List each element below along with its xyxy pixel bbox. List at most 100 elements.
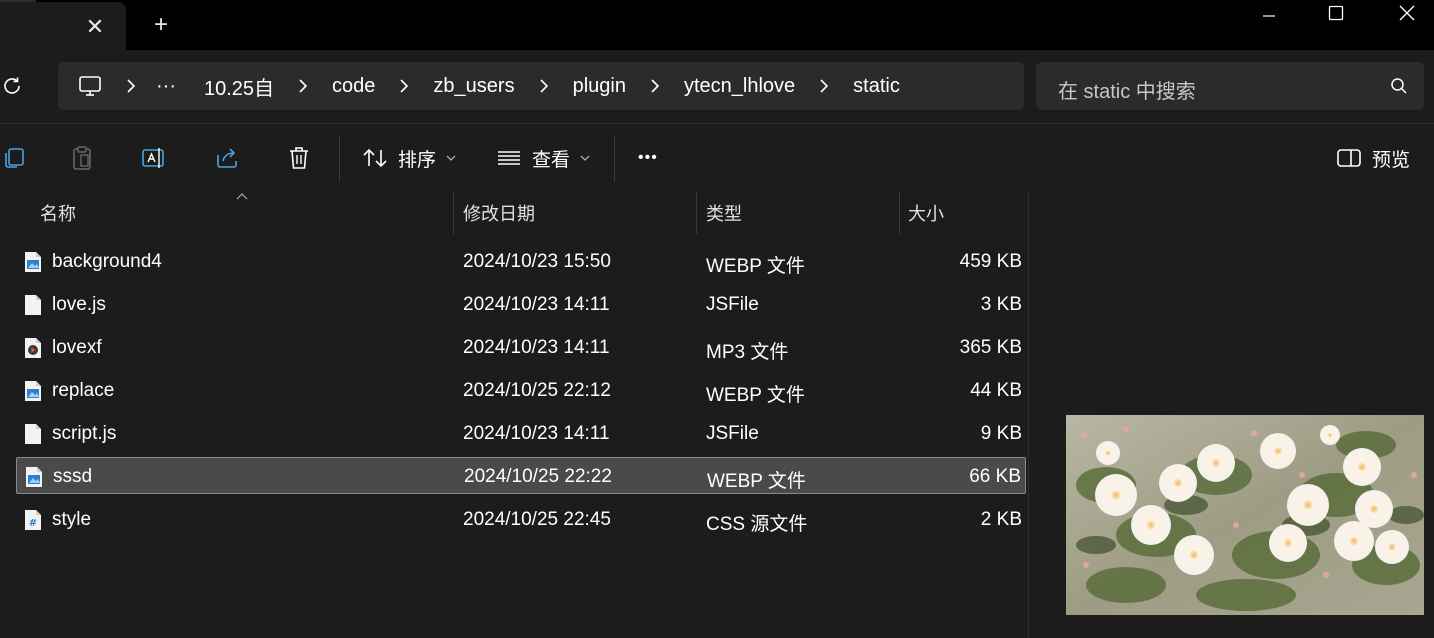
chevron-right-icon[interactable] — [650, 78, 660, 94]
view-button[interactable]: 查看 — [496, 144, 590, 172]
toolbar-divider — [339, 136, 340, 182]
file-row[interactable]: replace 2024/10/25 22:12 WEBP 文件 44 KB — [16, 372, 1026, 409]
search-icon[interactable] — [1390, 77, 1408, 95]
file-size: 459 KB — [959, 251, 1022, 272]
file-row[interactable]: background4 2024/10/23 15:50 WEBP 文件 459… — [16, 243, 1026, 280]
sort-label: 排序 — [398, 149, 437, 171]
search-input[interactable]: 在 static 中搜索 — [1036, 62, 1424, 110]
file-name: lovexf — [52, 337, 102, 358]
file-size: 3 KB — [980, 294, 1022, 315]
refresh-icon — [4, 77, 20, 94]
file-date: 2024/10/25 22:12 — [463, 380, 611, 401]
blank-file-icon — [25, 424, 41, 444]
sort-icon — [363, 148, 387, 168]
file-row[interactable]: script.js 2024/10/23 14:11 JSFile 9 KB — [16, 415, 1026, 452]
computer-icon[interactable] — [78, 75, 102, 97]
svg-text:#: # — [29, 518, 37, 529]
rename-icon[interactable] — [140, 144, 168, 172]
chevron-right-icon[interactable] — [819, 78, 829, 94]
command-bar: 排序 查看 ••• 预览 — [0, 123, 1434, 193]
copy-icon[interactable] — [0, 144, 28, 172]
file-type: WEBP 文件 — [706, 256, 805, 277]
preview-pane-icon — [1337, 149, 1361, 167]
column-divider[interactable] — [453, 192, 454, 234]
file-row[interactable]: lovexf 2024/10/23 14:11 MP3 文件 365 KB — [16, 329, 1026, 366]
file-type: JSFile — [706, 423, 759, 444]
audio-file-icon — [25, 338, 41, 358]
title-bar: ✕ + — [0, 0, 1434, 50]
delete-icon[interactable] — [285, 144, 313, 172]
paste-icon[interactable] — [68, 144, 96, 172]
chevron-down-icon — [446, 155, 456, 161]
search-placeholder: 在 static 中搜索 — [1058, 81, 1196, 103]
file-date: 2024/10/25 22:22 — [464, 466, 612, 487]
chevron-right-icon[interactable] — [399, 78, 409, 94]
chevron-down-icon — [580, 155, 590, 161]
file-row[interactable]: love.js 2024/10/23 14:11 JSFile 3 KB — [16, 286, 1026, 323]
file-size: 44 KB — [970, 380, 1022, 401]
file-size: 2 KB — [980, 509, 1022, 530]
preview-image — [1066, 415, 1424, 615]
file-name: background4 — [52, 251, 162, 272]
minimize-icon — [1263, 15, 1275, 17]
column-name-label: 名称 — [40, 204, 76, 224]
column-header-size[interactable]: 大小 — [908, 192, 1018, 234]
column-date-label: 修改日期 — [463, 204, 535, 224]
refresh-button[interactable] — [0, 74, 24, 98]
preview-label: 预览 — [1372, 149, 1411, 171]
file-date: 2024/10/23 14:11 — [463, 337, 610, 358]
preview-pane-button[interactable]: 预览 — [1336, 144, 1410, 172]
file-size: 365 KB — [959, 337, 1022, 358]
file-date: 2024/10/23 14:11 — [463, 294, 610, 315]
breadcrumb-item[interactable]: plugin — [573, 75, 626, 98]
file-type: MP3 文件 — [706, 342, 789, 363]
file-name: sssd — [53, 466, 93, 487]
breadcrumb-overflow[interactable]: ··· — [156, 75, 176, 98]
file-type: WEBP 文件 — [707, 471, 806, 492]
file-name: replace — [52, 380, 115, 401]
column-divider[interactable] — [696, 192, 697, 234]
file-row[interactable]: # style 2024/10/25 22:45 CSS 源文件 2 KB — [16, 501, 1026, 538]
column-header-type[interactable]: 类型 — [706, 192, 896, 234]
css-file-icon: # — [25, 510, 41, 530]
file-name: style — [52, 509, 92, 530]
breadcrumb-item[interactable]: 10.25自 — [204, 72, 274, 101]
file-type: JSFile — [706, 294, 759, 315]
file-list: 名称 修改日期 类型 大小 background4 2024/10/23 15:… — [0, 192, 1028, 638]
tab-close-icon[interactable]: ✕ — [82, 14, 108, 40]
breadcrumb-item[interactable]: code — [332, 75, 375, 98]
minimize-button[interactable] — [1246, 0, 1292, 26]
file-size: 9 KB — [980, 423, 1022, 444]
column-type-label: 类型 — [706, 204, 742, 224]
toolbar-divider — [614, 136, 615, 182]
close-icon — [1399, 5, 1415, 21]
image-file-icon — [26, 467, 42, 487]
breadcrumb[interactable]: ··· 10.25自 code zb_users plugin ytecn_lh… — [58, 62, 1024, 110]
image-file-icon — [25, 252, 41, 272]
maximize-icon — [1328, 5, 1344, 21]
file-row-selected[interactable]: sssd 2024/10/25 22:22 WEBP 文件 66 KB — [16, 457, 1026, 494]
more-options-button[interactable]: ••• — [638, 144, 658, 172]
maximize-button[interactable] — [1313, 0, 1359, 26]
file-date: 2024/10/23 15:50 — [463, 251, 611, 272]
chevron-right-icon[interactable] — [126, 78, 136, 94]
close-button[interactable] — [1384, 0, 1430, 26]
active-tab[interactable]: ✕ — [0, 2, 126, 50]
file-date: 2024/10/25 22:45 — [463, 509, 611, 530]
image-file-icon — [25, 381, 41, 401]
column-header-date[interactable]: 修改日期 — [463, 192, 693, 234]
view-label: 查看 — [532, 149, 571, 171]
column-divider[interactable] — [899, 192, 900, 234]
file-type: WEBP 文件 — [706, 385, 805, 406]
sort-ascending-icon — [236, 193, 248, 200]
file-type: CSS 源文件 — [706, 514, 808, 535]
breadcrumb-item[interactable]: zb_users — [433, 75, 514, 98]
file-name: love.js — [52, 294, 106, 315]
breadcrumb-item-current[interactable]: static — [853, 75, 900, 98]
breadcrumb-item[interactable]: ytecn_lhlove — [684, 75, 795, 98]
sort-button[interactable]: 排序 — [362, 144, 456, 172]
chevron-right-icon[interactable] — [539, 78, 549, 94]
share-icon[interactable] — [213, 144, 241, 172]
chevron-right-icon[interactable] — [298, 78, 308, 94]
new-tab-icon[interactable]: + — [148, 11, 174, 38]
